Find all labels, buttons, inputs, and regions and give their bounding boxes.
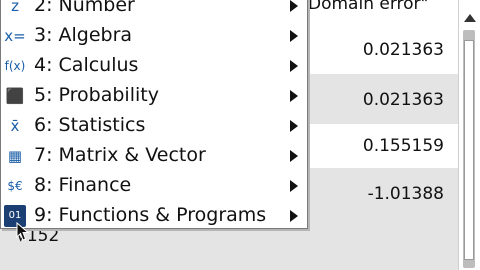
menu-item-label: 2: Number [34, 0, 135, 16]
chevron-right-icon [290, 90, 298, 102]
menu-item-finance[interactable]: $€ 8: Finance [1, 170, 307, 200]
chevron-right-icon [290, 180, 298, 192]
chevron-right-icon [290, 150, 298, 162]
probability-icon: ⬛ [5, 87, 25, 105]
finance-icon: $€ [7, 179, 23, 193]
menu-item-label: 4: Calculus [34, 54, 139, 76]
algebra-icon: x= [4, 27, 26, 45]
menu-item-label: 6: Statistics [34, 114, 146, 136]
scroll-thumb[interactable] [464, 40, 474, 260]
result-value: 0.155159 [362, 136, 444, 156]
menu-item-number[interactable]: z 2: Number [1, 0, 307, 20]
chevron-right-icon [290, 0, 298, 12]
calculus-icon: f(x) [4, 59, 26, 73]
menu-item-label: 3: Algebra [34, 24, 133, 46]
mouse-pointer-icon [16, 222, 30, 241]
menu-item-functions-programs[interactable]: 01 9: Functions & Programs [1, 200, 307, 230]
menu-item-calculus[interactable]: f(x) 4: Calculus [1, 50, 307, 80]
menu-item-algebra[interactable]: x= 3: Algebra [1, 20, 307, 50]
menu-item-label: 9: Functions & Programs [34, 204, 267, 226]
result-value: -1.01388 [367, 184, 444, 204]
domain-error-text: Domain error" [308, 0, 429, 14]
number-icon: z [11, 0, 19, 15]
menu-item-statistics[interactable]: x̄ 6: Statistics [1, 110, 307, 140]
menu-item-probability[interactable]: ⬛ 5: Probability [1, 80, 307, 110]
menu-item-matrix-vector[interactable]: ▦ 7: Matrix & Vector [1, 140, 307, 170]
menu-item-label: 5: Probability [34, 84, 159, 106]
scrollbar[interactable] [458, 0, 480, 270]
catalog-menu: z 2: Number x= 3: Algebra f(x) 4: Calcul… [0, 0, 308, 229]
menu-item-label: 7: Matrix & Vector [34, 144, 206, 166]
matrix-icon: ▦ [7, 147, 23, 165]
chevron-right-icon [290, 30, 298, 42]
statistics-icon: x̄ [10, 117, 20, 135]
result-value: 0.021363 [362, 90, 444, 110]
chevron-right-icon [290, 120, 298, 132]
chevron-right-icon [290, 210, 298, 222]
menu-item-label: 8: Finance [34, 174, 132, 196]
result-value: 0.021363 [362, 40, 444, 60]
chevron-right-icon [290, 60, 298, 72]
scroll-up-icon[interactable] [464, 14, 476, 22]
